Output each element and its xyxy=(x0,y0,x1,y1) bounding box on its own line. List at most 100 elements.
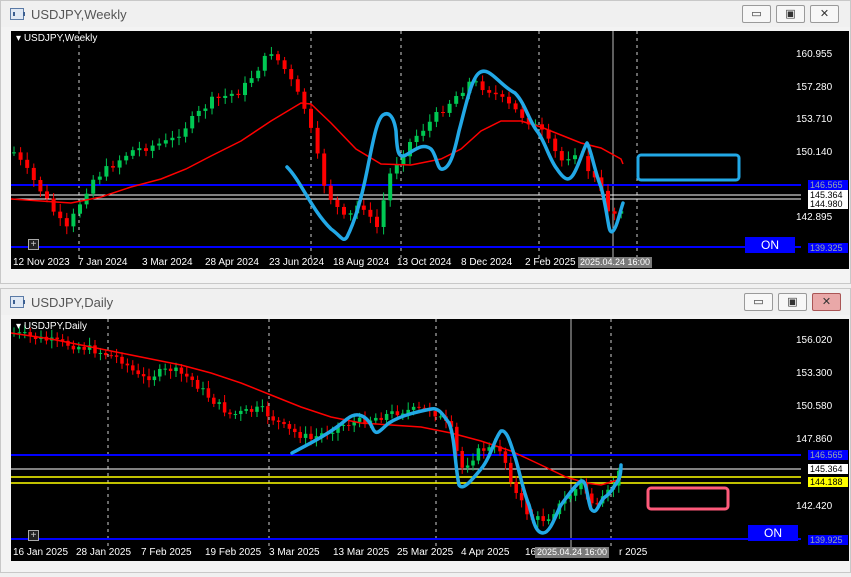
candle-body xyxy=(249,78,254,83)
candle-body xyxy=(91,179,96,194)
candle-body xyxy=(17,332,22,334)
candle-body xyxy=(38,180,43,192)
candle-body xyxy=(55,337,59,340)
date-tick: 23 Jun 2024 xyxy=(269,257,325,268)
candle-body xyxy=(174,367,178,372)
candle-body xyxy=(58,211,63,219)
weekly-symbol-label: ▾ USDJPY,Weekly xyxy=(16,33,98,44)
candle-body xyxy=(229,93,234,96)
candle-body xyxy=(168,368,173,372)
candle-body xyxy=(295,79,300,92)
candle-body xyxy=(77,346,81,350)
candle-body xyxy=(500,94,505,97)
candle-body xyxy=(12,152,16,154)
date-tick: 7 Feb 2025 xyxy=(141,547,192,558)
candle-body xyxy=(243,82,247,96)
candle-body xyxy=(566,159,571,161)
candle-body xyxy=(93,345,97,354)
candle-body xyxy=(183,128,188,137)
price-tick: 160.955 xyxy=(796,49,833,60)
candle-body xyxy=(71,213,76,227)
level-price-tag: 146.565 xyxy=(808,450,848,460)
date-tick: 4 Apr 2025 xyxy=(461,547,510,558)
date-tick: 28 Jan 2025 xyxy=(76,547,132,558)
close-button[interactable]: ✕ xyxy=(812,293,841,311)
minimize-button[interactable]: ▭ xyxy=(742,5,771,23)
candle-body xyxy=(361,205,366,210)
candle-body xyxy=(536,516,540,520)
candle-body xyxy=(514,482,518,494)
price-tick: 147.860 xyxy=(796,434,833,445)
date-tick: 25 Mar 2025 xyxy=(397,547,454,558)
daily-title-bar[interactable]: USDJPY,Daily ▭ ▣ ✕ xyxy=(1,289,850,315)
candle-body xyxy=(210,96,214,109)
candle-body xyxy=(509,462,513,483)
candle-body xyxy=(447,103,452,113)
date-tick: 2 Feb 2025 xyxy=(525,257,576,268)
candle-body xyxy=(303,433,308,438)
candle-body xyxy=(417,406,421,408)
chart-window-icon xyxy=(10,8,25,20)
on-button[interactable]: ON xyxy=(748,525,798,541)
candle-body xyxy=(71,345,76,350)
candle-body xyxy=(195,379,200,389)
candle-body xyxy=(395,411,400,416)
candle-body xyxy=(255,406,259,412)
yellow-level-tag: 144.188 xyxy=(808,477,848,487)
restore-button[interactable]: ▣ xyxy=(776,5,805,23)
daily-symbol-label: ▾ USDJPY,Daily xyxy=(16,321,87,332)
chart-window-icon xyxy=(10,296,25,308)
close-button[interactable]: ✕ xyxy=(810,5,839,23)
candle-body xyxy=(104,166,109,177)
date-tick: 12 Nov 2023 xyxy=(13,257,70,268)
candle-body xyxy=(480,81,485,91)
weekly-chart-area[interactable]: ▾ USDJPY,Weekly 160.955 157.280 153.710 … xyxy=(11,31,849,269)
candle-body xyxy=(190,115,195,129)
weekly-chart-window[interactable]: USDJPY,Weekly ▭ ▣ ✕ ▾ USDJPY,Weekly 160.… xyxy=(0,0,851,284)
zoom-in-icon[interactable]: + xyxy=(28,530,39,541)
candle-body xyxy=(97,176,102,180)
candle-body xyxy=(163,368,167,370)
candle-body xyxy=(454,96,459,104)
weekly-title-bar[interactable]: USDJPY,Weekly ▭ ▣ ✕ xyxy=(1,1,850,27)
candle-body xyxy=(375,216,379,227)
price-tick: 150.140 xyxy=(796,147,833,158)
candle-body xyxy=(541,516,545,522)
candle-body xyxy=(25,159,30,168)
on-button[interactable]: ON xyxy=(745,237,795,253)
daily-chart-area[interactable]: ▾ USDJPY,Daily 156.020 153.300 150.580 1… xyxy=(11,319,849,561)
candle-body xyxy=(117,160,122,168)
candle-body xyxy=(177,136,181,138)
candle-body xyxy=(236,93,241,96)
candle-body xyxy=(394,164,399,174)
candle-body xyxy=(421,130,426,136)
candle-body xyxy=(269,54,274,56)
candle-body xyxy=(170,137,175,141)
zoom-in-icon[interactable]: + xyxy=(28,239,39,250)
candle-body xyxy=(460,450,464,468)
candle-body xyxy=(513,103,518,110)
candle-body xyxy=(190,376,194,380)
candle-body xyxy=(298,432,302,438)
candle-body xyxy=(438,416,443,418)
candle-body xyxy=(471,460,475,466)
date-tick: r 2025 xyxy=(619,547,648,558)
candle-body xyxy=(141,374,146,377)
candle-body xyxy=(507,96,511,104)
restore-button[interactable]: ▣ xyxy=(778,293,807,311)
candle-body xyxy=(335,199,340,207)
candle-body xyxy=(315,127,320,154)
candle-body xyxy=(271,416,275,421)
candle-body xyxy=(228,412,232,415)
candle-body xyxy=(256,70,261,79)
candle-body xyxy=(158,368,162,377)
candle-body xyxy=(244,409,248,411)
candle-body xyxy=(368,209,373,217)
minimize-button[interactable]: ▭ xyxy=(744,293,773,311)
candle-body xyxy=(414,135,419,143)
candle-body xyxy=(465,465,470,468)
candle-body xyxy=(374,417,378,421)
daily-chart-window[interactable]: USDJPY,Daily ▭ ▣ ✕ ▾ USDJPY,Daily 156.02… xyxy=(0,288,851,573)
candle-body xyxy=(357,417,362,422)
candle-body xyxy=(342,206,346,215)
